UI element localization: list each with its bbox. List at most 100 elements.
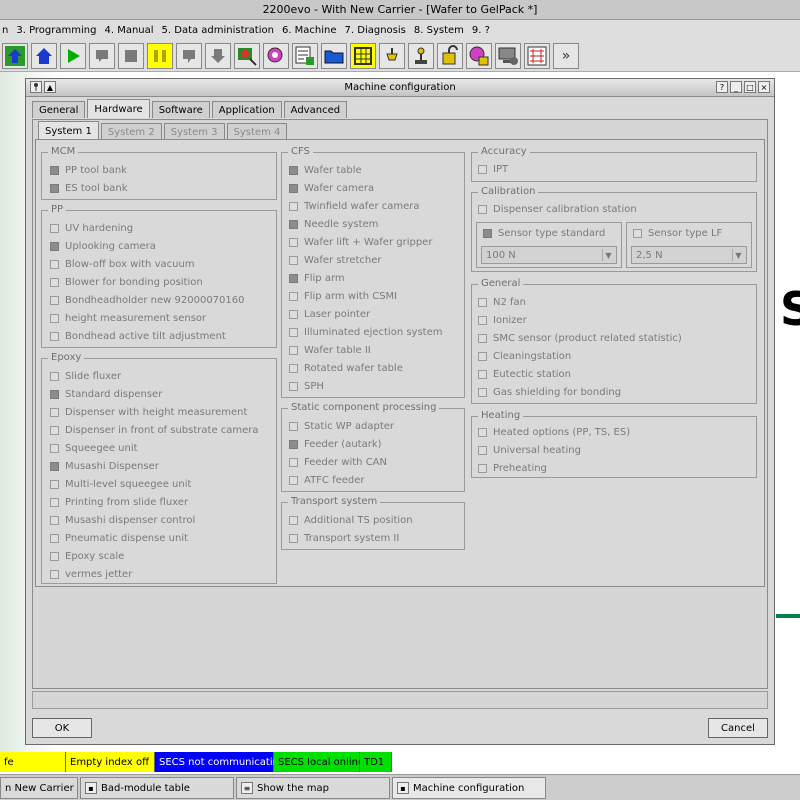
checkbox-vermes-jetter[interactable]: vermes jetter xyxy=(50,569,132,580)
menu-item-partial[interactable]: n xyxy=(0,25,14,36)
menu-item-programming[interactable]: 3. Programming xyxy=(14,25,102,36)
checkbox-additional-ts[interactable]: Additional TS position xyxy=(289,515,413,526)
checkbox-box[interactable] xyxy=(50,570,59,579)
checkbox-eutectic-station[interactable]: Eutectic station xyxy=(478,369,571,380)
checkbox-wafer-stretcher[interactable]: Wafer stretcher xyxy=(289,255,382,266)
sensor-standard-select[interactable]: 100 N ▼ xyxy=(481,246,617,264)
tab-application[interactable]: Application xyxy=(211,101,282,118)
checkbox-blower-bonding[interactable]: Blower for bonding position xyxy=(50,277,203,288)
checkbox-flip-arm-csmi[interactable]: Flip arm with CSMI xyxy=(289,291,397,302)
tool-joystick-button[interactable] xyxy=(408,42,434,69)
checkbox-box[interactable] xyxy=(289,220,298,229)
checkbox-epoxy-scale[interactable]: Epoxy scale xyxy=(50,551,124,562)
checkbox-static-wp-adapter[interactable]: Static WP adapter xyxy=(289,421,394,432)
tab-hardware[interactable]: Hardware xyxy=(87,99,150,118)
tool-program-button[interactable] xyxy=(292,42,318,69)
checkbox-box[interactable] xyxy=(289,440,298,449)
app-menu-icon[interactable] xyxy=(30,81,42,93)
checkbox-box[interactable] xyxy=(50,332,59,341)
checkbox-bondhead-tilt[interactable]: Bondhead active tilt adjustment xyxy=(50,331,226,342)
tab-software[interactable]: Software xyxy=(151,101,210,118)
checkbox-squeegee-unit[interactable]: Squeegee unit xyxy=(50,443,138,454)
checkbox-dispenser-calibration[interactable]: Dispenser calibration station xyxy=(478,204,637,215)
checkbox-printing-slide-fluxer[interactable]: Printing from slide fluxer xyxy=(50,497,188,508)
checkbox-box[interactable] xyxy=(478,370,487,379)
maximize-button[interactable]: □ xyxy=(744,81,756,93)
checkbox-box[interactable] xyxy=(50,314,59,323)
checkbox-box[interactable] xyxy=(50,534,59,543)
checkbox-box[interactable] xyxy=(478,316,487,325)
checkbox-feeder-autark[interactable]: Feeder (autark) xyxy=(289,439,382,450)
checkbox-blow-off-box[interactable]: Blow-off box with vacuum xyxy=(50,259,195,270)
menu-item-data-administration[interactable]: 5. Data administration xyxy=(160,25,280,36)
checkbox-box[interactable] xyxy=(50,426,59,435)
checkbox-box[interactable] xyxy=(50,408,59,417)
tool-comment-button[interactable] xyxy=(176,42,202,69)
checkbox-box[interactable] xyxy=(50,278,59,287)
checkbox-sensor-standard[interactable]: Sensor type standard xyxy=(483,228,605,239)
checkbox-box[interactable] xyxy=(50,166,59,175)
tool-unlock-button[interactable] xyxy=(437,42,463,69)
checkbox-transport-system-ii[interactable]: Transport system II xyxy=(289,533,399,544)
checkbox-box[interactable] xyxy=(50,390,59,399)
menu-item-system[interactable]: 8. System xyxy=(412,25,470,36)
checkbox-rotated-wafer-table[interactable]: Rotated wafer table xyxy=(289,363,403,374)
checkbox-box[interactable] xyxy=(50,296,59,305)
checkbox-preheating[interactable]: Preheating xyxy=(478,463,547,474)
checkbox-box[interactable] xyxy=(289,346,298,355)
checkbox-box[interactable] xyxy=(289,274,298,283)
chevron-down-icon[interactable]: ▼ xyxy=(732,249,744,261)
checkbox-bondheadholder[interactable]: Bondheadholder new 92000070160 xyxy=(50,295,245,306)
checkbox-box[interactable] xyxy=(50,516,59,525)
tab-system-4[interactable]: System 4 xyxy=(226,123,288,140)
checkbox-box[interactable] xyxy=(289,476,298,485)
checkbox-box[interactable] xyxy=(50,444,59,453)
checkbox-box[interactable] xyxy=(289,184,298,193)
checkbox-box[interactable] xyxy=(478,446,487,455)
checkbox-box[interactable] xyxy=(478,334,487,343)
checkbox-box[interactable] xyxy=(478,428,487,437)
checkbox-pp-tool-bank[interactable]: PP tool bank xyxy=(50,165,127,176)
task-show-map[interactable]: ≡ Show the map xyxy=(236,777,390,799)
checkbox-box[interactable] xyxy=(289,382,298,391)
checkbox-needle-system[interactable]: Needle system xyxy=(289,219,378,230)
checkbox-flip-arm[interactable]: Flip arm xyxy=(289,273,345,284)
tool-layout-button[interactable] xyxy=(2,42,28,69)
checkbox-box[interactable] xyxy=(483,229,492,238)
checkbox-box[interactable] xyxy=(50,552,59,561)
menu-item-machine[interactable]: 6. Machine xyxy=(280,25,343,36)
tool-network-button[interactable] xyxy=(524,42,550,69)
checkbox-box[interactable] xyxy=(50,372,59,381)
checkbox-box[interactable] xyxy=(289,422,298,431)
checkbox-box[interactable] xyxy=(633,229,642,238)
tool-open-button[interactable] xyxy=(321,42,347,69)
tool-search-button[interactable] xyxy=(263,42,289,69)
task-main-window[interactable]: n New Carrier - [Wa xyxy=(0,777,78,799)
checkbox-box[interactable] xyxy=(478,464,487,473)
tool-home-button[interactable] xyxy=(31,42,57,69)
close-button[interactable]: × xyxy=(758,81,770,93)
checkbox-slide-fluxer[interactable]: Slide fluxer xyxy=(50,371,121,382)
tab-system-3[interactable]: System 3 xyxy=(163,123,225,140)
sensor-lf-select[interactable]: 2,5 N ▼ xyxy=(631,246,747,264)
checkbox-illuminated-ejection[interactable]: Illuminated ejection system xyxy=(289,327,443,338)
tool-camera-button[interactable] xyxy=(234,42,260,69)
checkbox-wafer-camera[interactable]: Wafer camera xyxy=(289,183,374,194)
tool-play-button[interactable] xyxy=(60,42,86,69)
checkbox-standard-dispenser[interactable]: Standard dispenser xyxy=(50,389,162,400)
checkbox-box[interactable] xyxy=(50,242,59,251)
checkbox-box[interactable] xyxy=(50,480,59,489)
menu-item-help[interactable]: 9. ? xyxy=(470,25,496,36)
checkbox-sph[interactable]: SPH xyxy=(289,381,324,392)
checkbox-box[interactable] xyxy=(50,462,59,471)
checkbox-box[interactable] xyxy=(289,238,298,247)
checkbox-box[interactable] xyxy=(289,516,298,525)
ok-button[interactable]: OK xyxy=(32,718,92,738)
tool-pause-button[interactable] xyxy=(147,42,173,69)
checkbox-n2-fan[interactable]: N2 fan xyxy=(478,297,526,308)
task-bad-module-table[interactable]: ▪ Bad-module table xyxy=(80,777,234,799)
checkbox-laser-pointer[interactable]: Laser pointer xyxy=(289,309,370,320)
checkbox-box[interactable] xyxy=(289,166,298,175)
checkbox-height-sensor[interactable]: height measurement sensor xyxy=(50,313,206,324)
checkbox-ipt[interactable]: IPT xyxy=(478,164,508,175)
